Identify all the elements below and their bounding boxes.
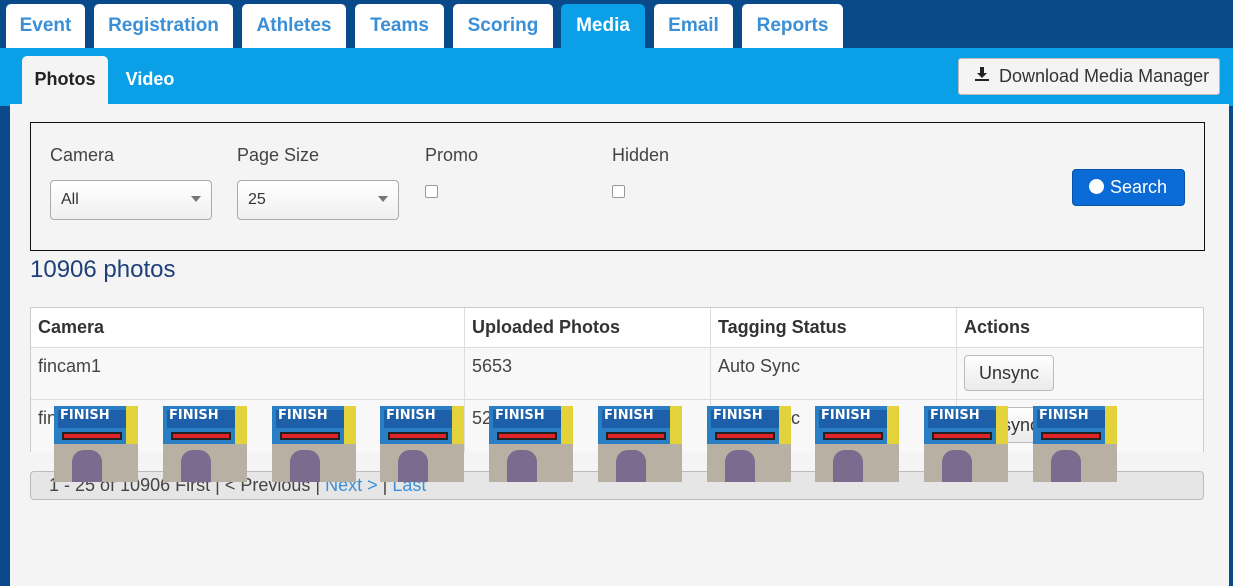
camera-label: Camera xyxy=(50,145,115,165)
tab-event[interactable]: Event xyxy=(6,4,85,48)
hidden-label: Hidden xyxy=(612,145,670,165)
photo-thumbnail[interactable]: FINISH xyxy=(598,406,682,482)
search-button-label: Search xyxy=(1110,177,1168,197)
caret-down-icon xyxy=(378,196,388,202)
photo-thumbnail[interactable]: FINISH xyxy=(1033,406,1117,482)
check-circle-icon xyxy=(1089,178,1104,194)
tab-athletes[interactable]: Athletes xyxy=(242,4,346,48)
table-row: fincam1 5653 Auto Sync Unsync xyxy=(31,348,1203,400)
page-size-select[interactable]: 25 xyxy=(237,180,399,220)
thumb-finish-text: FINISH xyxy=(930,408,980,423)
thumb-finish-text: FINISH xyxy=(713,408,763,423)
subtab-photos[interactable]: Photos xyxy=(22,56,108,104)
search-button[interactable]: Search xyxy=(1072,169,1185,206)
photo-thumbnails: FINISH FINISH FINISH FINISH FINISH FINIS… xyxy=(43,406,1223,482)
tab-reports[interactable]: Reports xyxy=(742,4,843,48)
page-size-label: Page Size xyxy=(237,145,320,165)
header-uploaded-photos: Uploaded Photos xyxy=(465,308,711,347)
cell-uploaded: 5653 xyxy=(465,348,711,399)
cell-actions: Unsync xyxy=(957,348,1204,399)
tab-email[interactable]: Email xyxy=(654,4,733,48)
thumb-finish-text: FINISH xyxy=(60,408,110,423)
caret-down-icon xyxy=(191,196,201,202)
header-actions: Actions xyxy=(964,317,1031,337)
cell-status: Auto Sync xyxy=(711,348,957,399)
cell-camera: fincam1 xyxy=(31,348,465,399)
tab-scoring[interactable]: Scoring xyxy=(453,4,553,48)
thumb-finish-text: FINISH xyxy=(604,408,654,423)
promo-checkbox[interactable] xyxy=(425,185,438,198)
thumb-finish-text: FINISH xyxy=(386,408,436,423)
thumb-finish-text: FINISH xyxy=(169,408,219,423)
media-subnav: Photos Video Download Media Manager xyxy=(0,48,1233,106)
download-media-manager-button[interactable]: Download Media Manager xyxy=(958,58,1220,95)
thumb-finish-text: FINISH xyxy=(821,408,871,423)
hidden-checkbox[interactable] xyxy=(612,185,625,198)
header-tagging-status: Tagging Status xyxy=(711,308,957,347)
promo-label: Promo xyxy=(425,145,479,165)
photo-thumbnail[interactable]: FINISH xyxy=(380,406,464,482)
photo-thumbnail[interactable]: FINISH xyxy=(707,406,791,482)
page-size-select-value: 25 xyxy=(248,191,266,208)
photo-thumbnail[interactable]: FINISH xyxy=(924,406,1008,482)
tab-media[interactable]: Media xyxy=(561,4,645,48)
unsync-button[interactable]: Unsync xyxy=(964,355,1054,391)
download-icon xyxy=(975,58,993,93)
camera-select[interactable]: All xyxy=(50,180,212,220)
photo-thumbnail[interactable]: FINISH xyxy=(272,406,356,482)
photo-thumbnail[interactable]: FINISH xyxy=(489,406,573,482)
tab-teams[interactable]: Teams xyxy=(355,4,444,48)
photo-count: 10906 photos xyxy=(30,256,176,283)
camera-select-value: All xyxy=(61,191,79,208)
subtab-video[interactable]: Video xyxy=(112,56,188,104)
photo-thumbnail[interactable]: FINISH xyxy=(815,406,899,482)
thumb-finish-text: FINISH xyxy=(1039,408,1089,423)
photo-thumbnail[interactable]: FINISH xyxy=(163,406,247,482)
table-header: Camera Uploaded Photos Tagging Status Ac… xyxy=(31,308,1203,348)
tab-registration[interactable]: Registration xyxy=(94,4,233,48)
thumb-finish-text: FINISH xyxy=(278,408,328,423)
photo-thumbnail[interactable]: FINISH xyxy=(54,406,138,482)
thumb-finish-text: FINISH xyxy=(495,408,545,423)
top-nav: Event Registration Athletes Teams Scorin… xyxy=(0,0,1233,48)
download-button-label: Download Media Manager xyxy=(999,66,1210,86)
filter-form: Camera All Page Size 25 Promo Hidden Sea… xyxy=(30,122,1205,251)
header-camera: Camera xyxy=(31,308,465,347)
photos-panel: Camera All Page Size 25 Promo Hidden Sea… xyxy=(10,104,1229,586)
